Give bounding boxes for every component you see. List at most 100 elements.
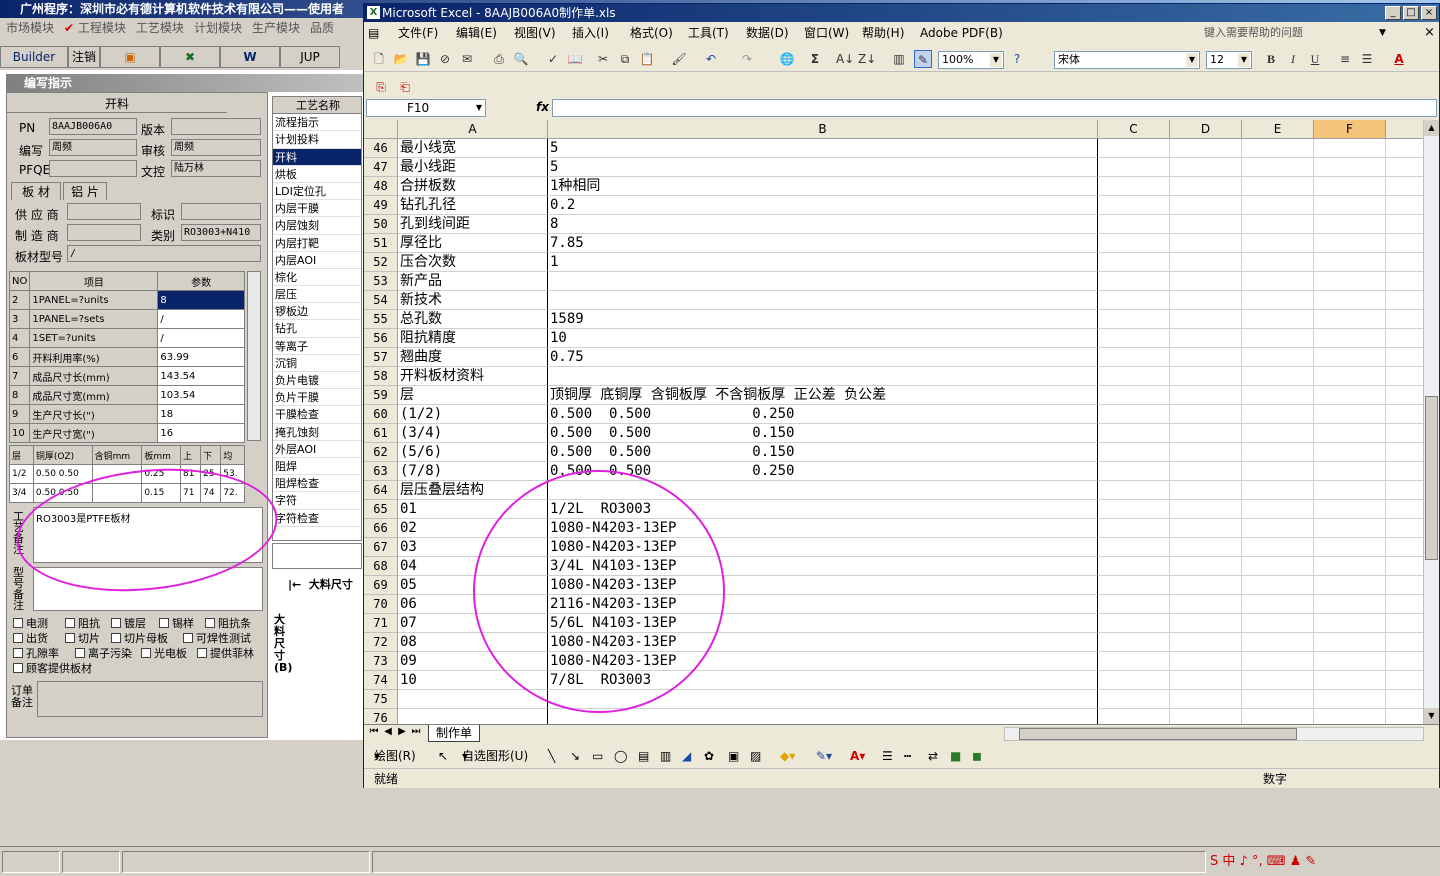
cell[interactable] <box>1386 424 1424 443</box>
first-sheet-icon[interactable]: ⏮ <box>368 726 380 737</box>
close-icon[interactable]: × <box>1421 6 1437 20</box>
cell[interactable] <box>1170 462 1242 481</box>
cell[interactable] <box>1098 348 1170 367</box>
last-sheet-icon[interactable]: ⏭ <box>410 726 422 737</box>
format-painter-icon[interactable]: 🖌 <box>670 50 688 68</box>
cell[interactable] <box>1098 367 1170 386</box>
row-value[interactable]: / <box>157 328 245 348</box>
cell[interactable] <box>1314 348 1386 367</box>
cell-b[interactable]: 顶铜厚 底铜厚 含铜板厚 不含铜板厚 正公差 负公差 <box>548 386 1098 405</box>
order-note-input[interactable] <box>37 681 263 717</box>
cell[interactable] <box>1314 595 1386 614</box>
process-list-item[interactable]: 钻孔 <box>273 320 361 338</box>
menu-insert[interactable]: 插入(I) <box>572 22 609 44</box>
print-icon[interactable]: ⎙ <box>490 50 508 68</box>
cell[interactable] <box>1314 310 1386 329</box>
cell[interactable] <box>1098 196 1170 215</box>
cell-b[interactable] <box>548 709 1098 724</box>
process-list-item[interactable]: 层压 <box>273 286 361 304</box>
cell[interactable] <box>1314 329 1386 348</box>
cell[interactable] <box>1170 633 1242 652</box>
cell[interactable] <box>1386 329 1424 348</box>
table-row[interactable]: 4 1SET=?units / <box>8 328 245 348</box>
checkbox-impedance-strip[interactable]: 阻抗条 <box>205 615 251 631</box>
table-row[interactable]: 2 1PANEL=?units 8 <box>8 290 245 310</box>
row-header[interactable]: 66 <box>364 519 398 538</box>
cell[interactable] <box>1098 462 1170 481</box>
cell[interactable] <box>1170 690 1242 709</box>
process-list-item[interactable]: 计划投料 <box>273 131 361 149</box>
cell-b[interactable]: 5 <box>548 158 1098 177</box>
checkbox-tin-sample[interactable]: 锡样 <box>159 615 194 631</box>
row-value[interactable]: 18 <box>157 404 245 424</box>
cell-b[interactable]: 0.500 0.500 0.250 <box>548 405 1098 424</box>
ime-toolbar[interactable]: S 中 ♪ °, ⌨ ♟ ✎ <box>1210 852 1316 872</box>
maker-field[interactable] <box>67 224 141 241</box>
align-left-icon[interactable]: ≡ <box>1336 50 1354 68</box>
menu-quality[interactable]: 品质 <box>310 18 334 38</box>
wordart-icon[interactable]: ◢ <box>682 744 691 768</box>
row-header[interactable]: 61 <box>364 424 398 443</box>
table-row[interactable]: 8 成品尺寸宽(mm) 103.54 <box>8 385 245 405</box>
cell[interactable] <box>1242 709 1314 724</box>
cell[interactable] <box>1386 348 1424 367</box>
cell[interactable] <box>1314 367 1386 386</box>
cell-a[interactable]: 合拼板数 <box>398 177 548 196</box>
cell[interactable] <box>1098 576 1170 595</box>
row-value[interactable]: / <box>157 309 245 329</box>
permission-icon[interactable]: ⊘ <box>436 50 454 68</box>
checkbox-photoelectric[interactable]: 光电板 <box>141 645 187 661</box>
cell[interactable] <box>1386 576 1424 595</box>
cell[interactable] <box>1170 386 1242 405</box>
cell[interactable] <box>1170 481 1242 500</box>
cell[interactable] <box>1314 405 1386 424</box>
new-icon[interactable]: 🗋 <box>370 50 388 68</box>
cell[interactable] <box>1098 538 1170 557</box>
cell[interactable] <box>1098 234 1170 253</box>
cell[interactable] <box>1170 196 1242 215</box>
email-icon[interactable]: ✉ <box>458 50 476 68</box>
cell[interactable] <box>1098 443 1170 462</box>
row-value[interactable]: 103.54 <box>157 385 245 405</box>
process-list-item[interactable]: 掩孔蚀刻 <box>273 424 361 441</box>
cell[interactable] <box>1386 253 1424 272</box>
cell-b[interactable]: 7.85 <box>548 234 1098 253</box>
process-list-item[interactable]: 阻焊检查 <box>273 475 361 493</box>
cell[interactable] <box>1242 652 1314 671</box>
cell[interactable] <box>1098 595 1170 614</box>
drawing-toggle-icon[interactable]: ✎ <box>914 50 932 68</box>
cell[interactable] <box>1314 291 1386 310</box>
cell[interactable] <box>1170 310 1242 329</box>
table-row[interactable]: 6 开料利用率(%) 63.99 <box>8 347 245 367</box>
supplier-field[interactable] <box>67 203 141 220</box>
cell[interactable] <box>1314 576 1386 595</box>
row-value[interactable]: 63.99 <box>157 347 245 367</box>
cell[interactable] <box>1314 671 1386 690</box>
doc-close-icon[interactable]: × <box>1424 22 1435 44</box>
cell[interactable] <box>1386 519 1424 538</box>
prev-sheet-icon[interactable]: ◀ <box>382 726 394 737</box>
cell[interactable] <box>1314 424 1386 443</box>
cell[interactable] <box>1386 158 1424 177</box>
cell[interactable] <box>1386 595 1424 614</box>
picture-icon[interactable]: ▨ <box>750 744 761 768</box>
cell-a[interactable]: 孔到线间距 <box>398 215 548 234</box>
cell-a[interactable] <box>398 709 548 724</box>
process-list-item[interactable]: 字符 <box>273 492 361 510</box>
checkbox-solderability[interactable]: 可焊性测试 <box>183 630 251 646</box>
cell[interactable] <box>1314 234 1386 253</box>
cell[interactable] <box>1098 139 1170 158</box>
cell[interactable] <box>1314 709 1386 724</box>
chart-wizard-icon[interactable]: ▥ <box>890 50 908 68</box>
3d-icon[interactable]: ◼ <box>972 744 982 768</box>
grid-scrollbar[interactable] <box>247 271 261 441</box>
process-list-item[interactable]: 内层干膜 <box>273 200 361 218</box>
cell[interactable] <box>1098 310 1170 329</box>
cell-b[interactable] <box>548 272 1098 291</box>
process-list-item[interactable]: 棕化 <box>273 269 361 287</box>
line-color-icon[interactable]: ✎▾ <box>816 744 832 768</box>
cell[interactable] <box>1314 519 1386 538</box>
cell[interactable] <box>1386 500 1424 519</box>
cell[interactable] <box>1242 405 1314 424</box>
row-header[interactable]: 73 <box>364 652 398 671</box>
